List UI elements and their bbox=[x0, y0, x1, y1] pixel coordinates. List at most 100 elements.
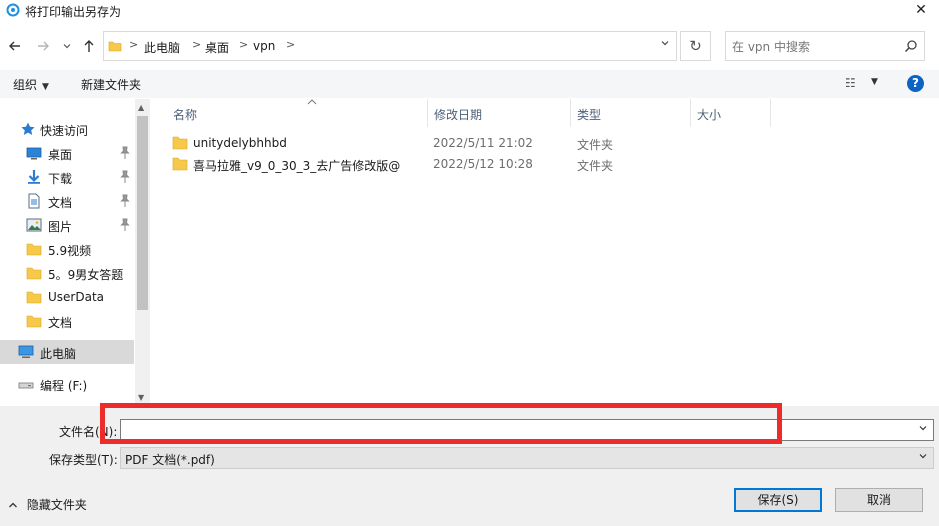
arrow-left-icon bbox=[9, 41, 20, 51]
file-type: 文件夹 bbox=[577, 138, 614, 152]
filetype-value: PDF 文档(*.pdf) bbox=[125, 453, 215, 467]
nav-item-documents[interactable]: 文档 bbox=[0, 189, 134, 213]
column-header-label: 类型 bbox=[577, 108, 602, 122]
chevron-down-icon[interactable] bbox=[918, 423, 928, 436]
folder-icon bbox=[108, 41, 122, 52]
breadcrumb-desktop[interactable]: 桌面 bbox=[205, 39, 229, 56]
breadcrumb-vpn[interactable]: vpn bbox=[253, 39, 275, 53]
breadcrumb-separator[interactable]: > bbox=[192, 38, 201, 51]
hide-folders-button[interactable]: 隐藏文件夹 bbox=[8, 496, 87, 513]
close-button[interactable]: ✕ bbox=[903, 0, 939, 22]
nav-item-drive-f[interactable]: 编程 (F:) bbox=[0, 372, 134, 396]
column-header-type[interactable]: 类型 bbox=[571, 99, 691, 127]
column-header-name[interactable]: 名称 bbox=[167, 99, 428, 127]
column-header-size[interactable]: 大小 bbox=[691, 99, 771, 127]
column-header-date[interactable]: 修改日期 bbox=[428, 99, 571, 127]
file-date: 2022/5/12 10:28 bbox=[433, 157, 533, 171]
organize-label: 组织 bbox=[13, 78, 38, 92]
file-row[interactable]: 喜马拉雅_v9_0_30_3_去广告修改版@ 2022/5/12 10:28 文… bbox=[151, 154, 939, 175]
column-header-label: 名称 bbox=[173, 108, 198, 122]
breadcrumb-separator: > bbox=[129, 38, 139, 51]
nav-item-folder-5-9-video[interactable]: 5.9视频 bbox=[0, 237, 134, 261]
caret-down-icon: ▼ bbox=[42, 82, 49, 92]
chevron-down-icon bbox=[63, 44, 71, 49]
star-icon bbox=[21, 122, 35, 135]
navigation-pane: 快速访问 桌面 下载 文档 图片 5.9视频 5。9男女答题 UserData … bbox=[0, 99, 134, 406]
column-header-label: 修改日期 bbox=[434, 108, 483, 122]
file-row[interactable]: unitydelybhhbd 2022/5/11 21:02 文件夹 bbox=[151, 133, 939, 154]
nav-item-label: 5。9男女答题 bbox=[48, 268, 124, 282]
back-button[interactable] bbox=[6, 30, 24, 62]
breadcrumb-this-pc[interactable]: 此电脑 bbox=[144, 39, 180, 56]
nav-item-folder-quiz[interactable]: 5。9男女答题 bbox=[0, 261, 134, 285]
view-dropdown-icon[interactable]: ▼ bbox=[871, 77, 878, 87]
pin-icon bbox=[120, 170, 130, 183]
drive-icon bbox=[18, 382, 34, 389]
folder-icon bbox=[26, 315, 42, 328]
folder-icon bbox=[172, 157, 188, 171]
nav-item-pictures[interactable]: 图片 bbox=[0, 213, 134, 237]
help-icon: ? bbox=[912, 76, 919, 90]
arrow-right-icon bbox=[38, 41, 49, 51]
search-input[interactable] bbox=[732, 38, 892, 56]
nav-item-label: 编程 (F:) bbox=[40, 379, 88, 393]
breadcrumb-separator[interactable]: > bbox=[239, 38, 248, 51]
folder-icon bbox=[172, 136, 188, 150]
nav-item-label: 快速访问 bbox=[40, 124, 89, 138]
document-icon bbox=[28, 193, 40, 209]
cancel-button[interactable]: 取消 bbox=[835, 488, 923, 512]
nav-item-desktop[interactable]: 桌面 bbox=[0, 141, 134, 165]
folder-icon bbox=[26, 267, 42, 280]
forward-button[interactable] bbox=[34, 30, 52, 62]
filetype-select[interactable]: PDF 文档(*.pdf) bbox=[120, 447, 934, 469]
app-icon bbox=[6, 3, 20, 17]
address-row: > 此电脑 > 桌面 > vpn > ↻ bbox=[0, 30, 939, 62]
computer-icon bbox=[18, 345, 34, 358]
file-date: 2022/5/11 21:02 bbox=[433, 136, 533, 150]
nav-item-label: UserData bbox=[48, 290, 105, 304]
address-bar[interactable]: > 此电脑 > 桌面 > vpn > bbox=[103, 31, 677, 61]
nav-item-label: 此电脑 bbox=[40, 347, 77, 361]
scroll-down-icon[interactable]: ▼ bbox=[138, 393, 144, 402]
file-list: 名称 修改日期 类型 大小 unitydelybhhbd 2022/5/11 2… bbox=[151, 99, 939, 406]
recent-locations-button[interactable] bbox=[60, 30, 74, 62]
new-folder-button[interactable]: 新建文件夹 bbox=[81, 76, 141, 93]
pin-icon bbox=[120, 218, 130, 231]
nav-item-this-pc[interactable]: 此电脑 bbox=[0, 340, 134, 364]
scroll-up-icon[interactable]: ▲ bbox=[138, 103, 144, 112]
nav-item-label: 下载 bbox=[48, 172, 73, 186]
nav-item-label: 图片 bbox=[48, 220, 73, 234]
save-button[interactable]: 保存(S) bbox=[734, 488, 822, 512]
save-form: 文件名(N): 保存类型(T): PDF 文档(*.pdf) 隐藏文件夹 保存(… bbox=[0, 403, 939, 526]
pin-icon bbox=[120, 194, 130, 207]
organize-menu-button[interactable]: 组织 ▼ bbox=[13, 76, 49, 93]
view-list-icon: ☷ bbox=[845, 76, 856, 90]
nav-item-downloads[interactable]: 下载 bbox=[0, 165, 134, 189]
download-icon bbox=[28, 170, 40, 184]
breadcrumb-separator[interactable]: > bbox=[286, 38, 295, 51]
nav-item-label: 文档 bbox=[48, 196, 73, 210]
nav-item-quick-access[interactable]: 快速访问 bbox=[0, 117, 134, 141]
scrollbar-thumb[interactable] bbox=[137, 116, 148, 310]
view-options-button[interactable]: ☷ bbox=[845, 76, 856, 90]
refresh-button[interactable]: ↻ bbox=[680, 31, 711, 61]
address-dropdown-icon[interactable] bbox=[660, 38, 670, 51]
refresh-icon: ↻ bbox=[689, 37, 702, 55]
desktop-icon bbox=[26, 147, 42, 160]
folder-icon bbox=[26, 291, 42, 304]
nav-item-folder-userdata[interactable]: UserData bbox=[0, 285, 134, 309]
help-button[interactable]: ? bbox=[907, 75, 924, 92]
search-box[interactable] bbox=[725, 31, 925, 61]
nav-item-label: 文档 bbox=[48, 316, 73, 330]
close-icon: ✕ bbox=[915, 2, 927, 18]
nav-item-folder-documents[interactable]: 文档 bbox=[0, 309, 134, 333]
nav-item-label: 桌面 bbox=[48, 148, 73, 162]
folder-icon bbox=[26, 243, 42, 256]
pin-icon bbox=[120, 146, 130, 159]
up-button[interactable] bbox=[80, 30, 98, 62]
picture-icon bbox=[26, 218, 42, 232]
file-name: 喜马拉雅_v9_0_30_3_去广告修改版@ bbox=[193, 159, 401, 173]
title-bar: 将打印输出另存为 ✕ bbox=[0, 0, 939, 22]
sort-ascending-icon bbox=[307, 99, 317, 105]
navigation-scrollbar[interactable]: ▲ ▼ bbox=[135, 99, 150, 406]
